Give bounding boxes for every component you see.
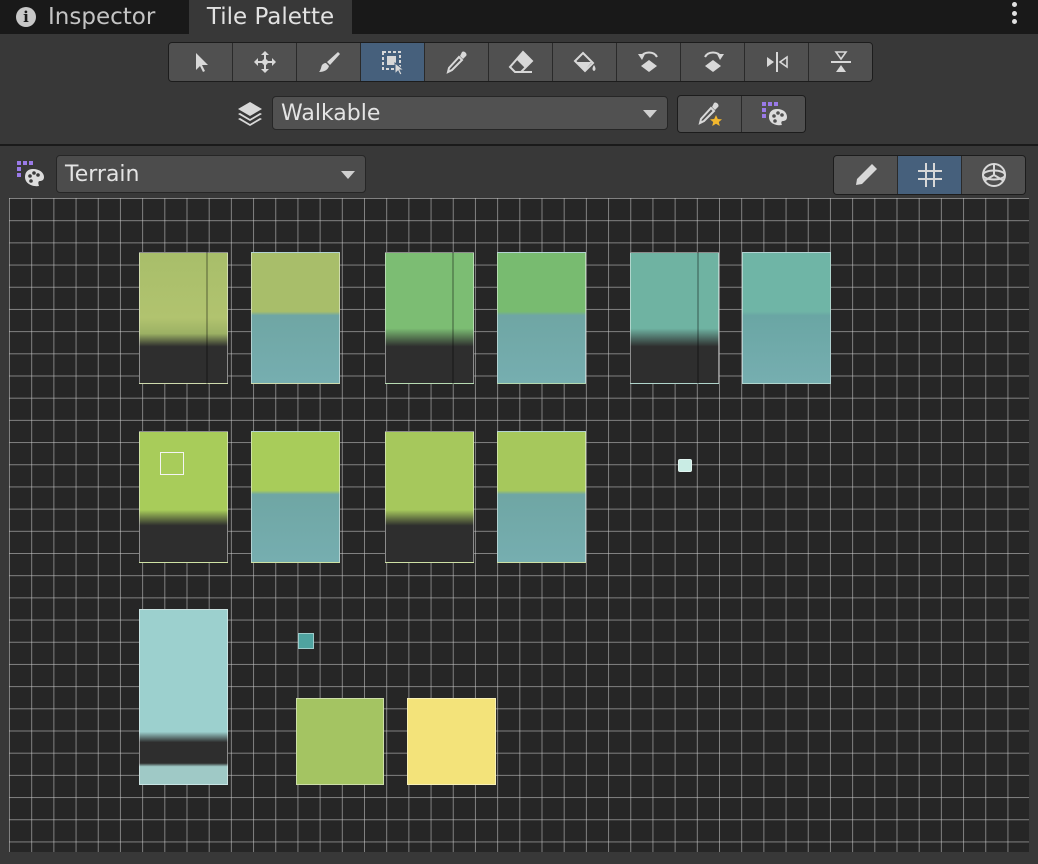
grid-icon: [917, 163, 942, 187]
tile-single[interactable]: [678, 459, 692, 472]
tile-block[interactable]: [385, 252, 474, 384]
tile-seam: [206, 252, 208, 384]
tile-block[interactable]: [139, 252, 228, 384]
rotate-ccw-tool-button[interactable]: [617, 43, 681, 81]
tile-block[interactable]: [296, 698, 384, 785]
box-fill-tool-button[interactable]: [361, 43, 425, 81]
move-tool-button[interactable]: [233, 43, 297, 81]
flood-fill-tool-button[interactable]: [553, 43, 617, 81]
palette-grid-icon: [761, 102, 787, 126]
arrow-pointer-icon: [195, 53, 208, 72]
eyedropper-star-icon: [698, 102, 722, 126]
pick-tool-button[interactable]: [425, 43, 489, 81]
tile-block[interactable]: [497, 252, 586, 384]
window-tab-bar: i Inspector Tile Palette: [0, 0, 1038, 34]
pencil-icon: [855, 164, 877, 185]
paintbrush-icon: [318, 52, 340, 72]
tile-block[interactable]: [139, 431, 228, 563]
palette-dropdown[interactable]: Terrain: [56, 155, 366, 193]
gizmo-icon: [981, 163, 1006, 187]
flip-y-tool-button[interactable]: [809, 43, 872, 81]
flip-horizontal-icon: [766, 52, 788, 72]
select-tool-button[interactable]: [169, 43, 233, 81]
gizmo-toggle-button[interactable]: [962, 156, 1025, 194]
panel-footer: [0, 852, 1038, 864]
eraser-icon: [508, 50, 533, 73]
tool-toolbar: [168, 42, 873, 82]
chevron-down-icon: [643, 110, 657, 118]
rotate-cw-tool-button[interactable]: [681, 43, 745, 81]
flip-x-tool-button[interactable]: [745, 43, 809, 81]
pick-active-tilemap-button[interactable]: [678, 96, 742, 132]
paint-tool-button[interactable]: [297, 43, 361, 81]
tile-block[interactable]: [251, 431, 340, 563]
tab-inspector-label: Inspector: [48, 4, 156, 30]
info-icon: i: [16, 7, 36, 27]
tile-block[interactable]: [407, 698, 496, 785]
rotate-ccw-icon: [637, 51, 658, 72]
section-divider: [0, 144, 1038, 146]
tile-palette-grid[interactable]: [9, 198, 1029, 852]
selection-marker: [160, 452, 184, 475]
eyedropper-icon: [446, 51, 467, 74]
tile-block[interactable]: [630, 252, 719, 384]
active-tilemap-value: Walkable: [281, 100, 381, 126]
tilemap-actions: [677, 95, 806, 133]
tab-tile-palette[interactable]: Tile Palette: [189, 0, 352, 34]
tile-block[interactable]: [497, 431, 586, 563]
palette-value: Terrain: [65, 161, 140, 187]
flip-vertical-icon: [830, 51, 851, 72]
layers-icon: [238, 102, 262, 126]
palette-icon: [17, 161, 44, 187]
tile-block[interactable]: [742, 252, 831, 384]
edit-palette-button[interactable]: [834, 156, 898, 194]
erase-tool-button[interactable]: [489, 43, 553, 81]
grid-toggle-button[interactable]: [898, 156, 962, 194]
more-options-icon[interactable]: [1012, 2, 1018, 24]
paint-bucket-icon: [573, 51, 595, 73]
tile-block[interactable]: [385, 431, 474, 563]
tile-seam: [452, 252, 454, 384]
tab-tile-palette-label: Tile Palette: [206, 4, 335, 30]
tile-block[interactable]: [251, 252, 340, 384]
tile-seam: [697, 252, 699, 384]
move-arrows-icon: [253, 51, 276, 73]
tile-single[interactable]: [298, 633, 314, 649]
rotate-cw-icon: [703, 51, 724, 72]
palette-edit-toolbar: [833, 155, 1026, 195]
tile-palette-settings-button[interactable]: [742, 96, 805, 132]
active-tilemap-dropdown[interactable]: Walkable: [272, 96, 668, 130]
box-fill-icon: [381, 51, 405, 75]
tile-block[interactable]: [139, 609, 228, 785]
chevron-down-icon: [341, 171, 355, 179]
tab-inspector[interactable]: i Inspector: [16, 0, 186, 34]
